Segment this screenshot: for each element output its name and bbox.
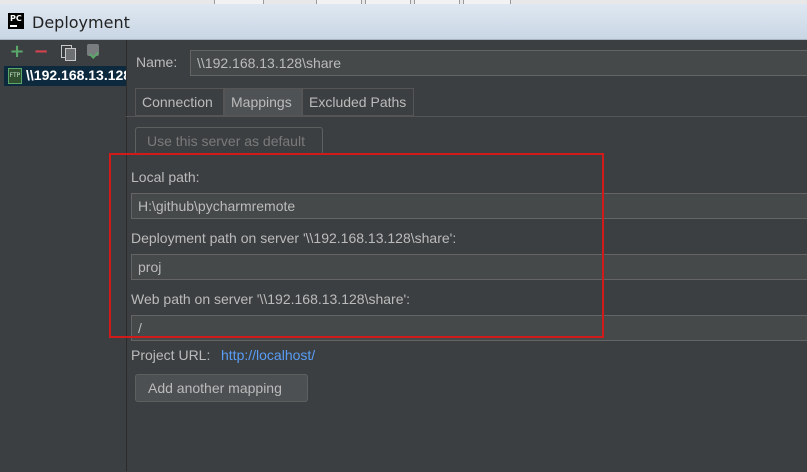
add-another-mapping-button[interactable]: Add another mapping — [135, 374, 308, 402]
project-url-link[interactable]: http://localhost/ — [221, 347, 315, 363]
pycharm-icon: PC — [8, 13, 24, 29]
local-path-input[interactable]: H:\github\pycharmremote — [131, 193, 807, 219]
web-path-input[interactable]: / — [131, 315, 807, 341]
window-title: Deployment — [32, 13, 130, 32]
copy-server-icon[interactable] — [58, 42, 76, 62]
name-label: Name: — [136, 54, 178, 70]
server-list-panel: + − FTP \\192.168.13.128\share — [0, 40, 127, 471]
server-item-label: \\192.168.13.128\share — [26, 67, 126, 83]
tab-connection[interactable]: Connection — [135, 88, 224, 116]
set-default-server-icon[interactable] — [84, 42, 102, 62]
remove-server-icon[interactable]: − — [32, 42, 50, 62]
project-url-label: Project URL: — [131, 347, 211, 363]
ftp-server-icon: FTP — [8, 68, 22, 84]
title-bar: PC Deployment — [0, 4, 807, 40]
deployment-path-label: Deployment path on server '\\192.168.13.… — [131, 230, 457, 246]
web-path-label: Web path on server '\\192.168.13.128\sha… — [131, 291, 411, 307]
add-server-icon[interactable]: + — [8, 42, 26, 62]
server-name-input[interactable]: \\192.168.13.128\share — [190, 50, 807, 76]
local-path-label: Local path: — [131, 169, 200, 185]
use-as-default-button[interactable]: Use this server as default — [135, 127, 323, 155]
deployment-path-input[interactable]: proj — [131, 254, 807, 280]
tab-mappings[interactable]: Mappings — [224, 88, 302, 116]
tab-excluded-paths[interactable]: Excluded Paths — [302, 88, 414, 116]
server-list-item[interactable]: FTP \\192.168.13.128\share — [4, 66, 126, 86]
